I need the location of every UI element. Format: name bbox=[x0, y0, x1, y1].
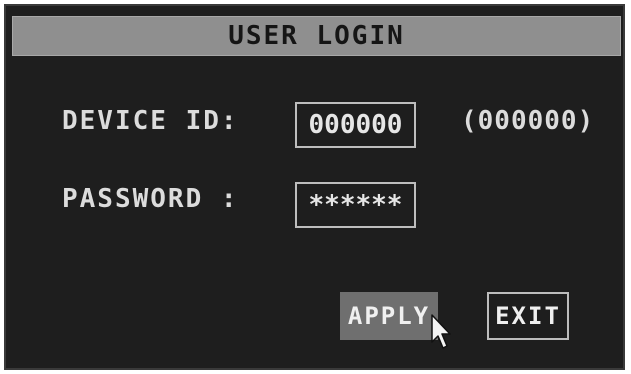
device-id-field[interactable]: 000000 bbox=[295, 102, 416, 148]
device-id-hint: (000000) bbox=[461, 106, 595, 136]
login-dialog: USER LOGIN DEVICE ID: 000000 (000000) PA… bbox=[4, 4, 625, 370]
password-label: PASSWORD : bbox=[62, 184, 239, 214]
apply-button[interactable]: APPLY bbox=[340, 292, 438, 340]
password-field[interactable]: ****** bbox=[295, 182, 416, 228]
mouse-pointer-icon bbox=[431, 314, 451, 349]
dialog-title: USER LOGIN bbox=[228, 21, 405, 51]
exit-button-label: EXIT bbox=[495, 302, 561, 330]
title-bar: USER LOGIN bbox=[12, 16, 621, 56]
exit-button[interactable]: EXIT bbox=[487, 292, 569, 340]
apply-button-label: APPLY bbox=[347, 302, 431, 330]
device-id-label: DEVICE ID: bbox=[62, 106, 239, 136]
